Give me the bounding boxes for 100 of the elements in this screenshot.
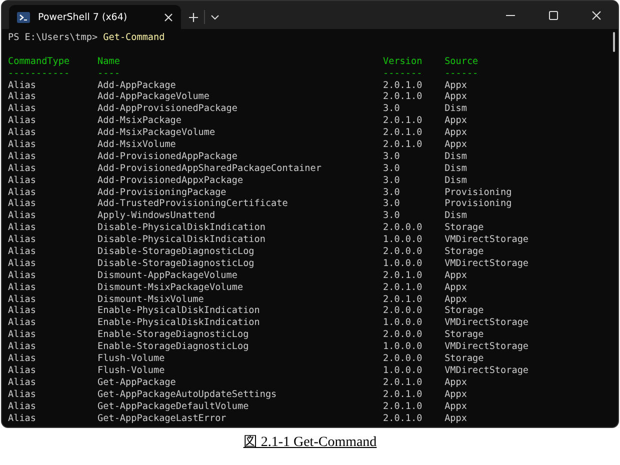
table-cell: 3.0 xyxy=(383,210,400,222)
table-cell: Alias xyxy=(8,162,36,174)
table-cell: 2.0.1.0 xyxy=(383,80,422,91)
table-cell: 2.0.0.0 xyxy=(383,353,422,364)
table-cell: VMDirectStorage xyxy=(444,234,529,246)
table-cell: Enable-PhysicalDiskIndication xyxy=(98,305,260,316)
table-cell: 2.0.1.0 xyxy=(383,388,422,400)
table-cell: Disable-StorageDiagnosticLog xyxy=(98,258,254,269)
table-cell: Dism xyxy=(444,210,467,222)
table-cell: VMDirectStorage xyxy=(444,341,529,352)
table-cell: Add-ProvisionedAppPackage xyxy=(98,150,238,162)
table-cell: 1.0.0.0 xyxy=(383,341,422,352)
table-cell: VMDirectStorage xyxy=(444,364,529,376)
table-cell: Appx xyxy=(444,80,467,91)
table-cell: Flush-Volume xyxy=(98,364,165,376)
table-cell: 1.0.0.0 xyxy=(383,258,422,269)
table-cell: Get-AppPackageAutoUpdateSettings xyxy=(98,388,277,400)
maximize-icon[interactable] xyxy=(549,10,558,20)
table-cell: 2.0.1.0 xyxy=(383,282,422,293)
terminal-tab[interactable]: PowerShell 7 (x64) xyxy=(9,5,181,29)
table-cell: 3.0 xyxy=(383,103,400,114)
table-cell: Dism xyxy=(444,162,467,174)
chevron-down-icon[interactable] xyxy=(211,14,219,20)
table-cell: Alias xyxy=(8,400,36,412)
table-cell: Add-AppPackageVolume xyxy=(98,91,210,102)
tab-title: PowerShell 7 (x64) xyxy=(38,12,128,22)
table-cell: Alias xyxy=(8,210,36,222)
header-underline: ----------- xyxy=(8,68,70,79)
table-cell: Alias xyxy=(8,222,36,234)
column-header: CommandType xyxy=(8,56,70,67)
close-icon[interactable] xyxy=(592,10,601,20)
table-cell: 2.0.1.0 xyxy=(383,139,422,150)
table-cell: Storage xyxy=(444,246,484,258)
table-cell: Add-ProvisioningPackage xyxy=(98,186,226,198)
table-cell: Appx xyxy=(444,91,467,102)
table-cell: Disable-StorageDiagnosticLog xyxy=(98,246,254,258)
table-cell: Alias xyxy=(8,258,36,269)
table-cell: Storage xyxy=(444,329,484,340)
table-cell: Alias xyxy=(8,364,36,376)
scrollbar-thumb[interactable] xyxy=(613,32,615,52)
table-cell: Alias xyxy=(8,150,36,162)
table-cell: Storage xyxy=(444,353,484,364)
table-cell: Alias xyxy=(8,341,36,352)
table-cell: Alias xyxy=(8,91,36,102)
table-cell: Appx xyxy=(444,270,467,281)
table-cell: Alias xyxy=(8,388,36,400)
table-cell: Get-AppPackageDefaultVolume xyxy=(98,400,249,412)
table-cell: VMDirectStorage xyxy=(444,317,529,328)
table-cell: Alias xyxy=(8,186,36,198)
table-cell: 2.0.1.0 xyxy=(383,400,422,412)
table-cell: 1.0.0.0 xyxy=(383,364,422,376)
table-cell: 2.0.1.0 xyxy=(383,115,422,126)
table-cell: Alias xyxy=(8,127,36,138)
header-underline: ------ xyxy=(444,68,478,79)
table-cell: Appx xyxy=(444,400,467,412)
table-cell: 3.0 xyxy=(383,162,400,174)
table-cell: Appx xyxy=(444,282,467,293)
close-icon[interactable] xyxy=(164,12,173,22)
table-cell: Dism xyxy=(444,103,467,114)
plus-icon[interactable] xyxy=(189,12,198,22)
table-cell: Alias xyxy=(8,353,36,364)
table-cell: Add-ProvisionedAppSharedPackageContainer xyxy=(98,162,322,174)
table-cell: Alias xyxy=(8,282,36,293)
terminal-icon xyxy=(17,12,30,22)
table-cell: Get-AppPackage xyxy=(98,376,176,388)
table-cell: 2.0.0.0 xyxy=(383,222,422,234)
table-cell: Alias xyxy=(8,376,36,388)
figure-caption: 図 2.1-1 Get-Command xyxy=(243,435,377,450)
table-cell: 3.0 xyxy=(383,174,400,186)
table-cell: Alias xyxy=(8,80,36,91)
prompt-text: PS E:\Users\tmp> xyxy=(8,32,98,44)
table-cell: 2.0.0.0 xyxy=(383,329,422,340)
table-cell: Dism xyxy=(444,174,467,186)
table-cell: Enable-StorageDiagnosticLog xyxy=(98,329,249,340)
table-cell: Dismount-AppPackageVolume xyxy=(98,270,238,281)
minimize-icon[interactable] xyxy=(506,14,515,16)
column-header: Version xyxy=(383,56,422,67)
table-cell: Appx xyxy=(444,388,467,400)
table-cell: 3.0 xyxy=(383,198,400,210)
table-cell: 3.0 xyxy=(383,186,400,198)
table-cell: Alias xyxy=(8,174,36,186)
table-cell: Alias xyxy=(8,198,36,210)
column-header: Source xyxy=(444,56,478,67)
table-cell: Add-MsixPackageVolume xyxy=(98,127,216,138)
header-underline: ------- xyxy=(383,68,422,79)
table-cell: Alias xyxy=(8,412,36,424)
table-cell: Get-AppPackageLastError xyxy=(98,412,226,424)
table-cell: Alias xyxy=(8,270,36,281)
table-cell: Alias xyxy=(8,305,36,316)
table-cell: Appx xyxy=(444,139,467,150)
table-cell: 3.0 xyxy=(383,150,400,162)
table-cell: Appx xyxy=(444,412,467,424)
table-cell: 2.0.1.0 xyxy=(383,270,422,281)
table-cell: Alias xyxy=(8,115,36,126)
table-cell: 2.0.0.0 xyxy=(383,305,422,316)
table-cell: Enable-PhysicalDiskIndication xyxy=(98,317,260,328)
table-cell: Alias xyxy=(8,317,36,328)
table-cell: Alias xyxy=(8,139,36,150)
table-cell: Provisioning xyxy=(444,186,512,198)
table-cell: VMDirectStorage xyxy=(444,258,529,269)
